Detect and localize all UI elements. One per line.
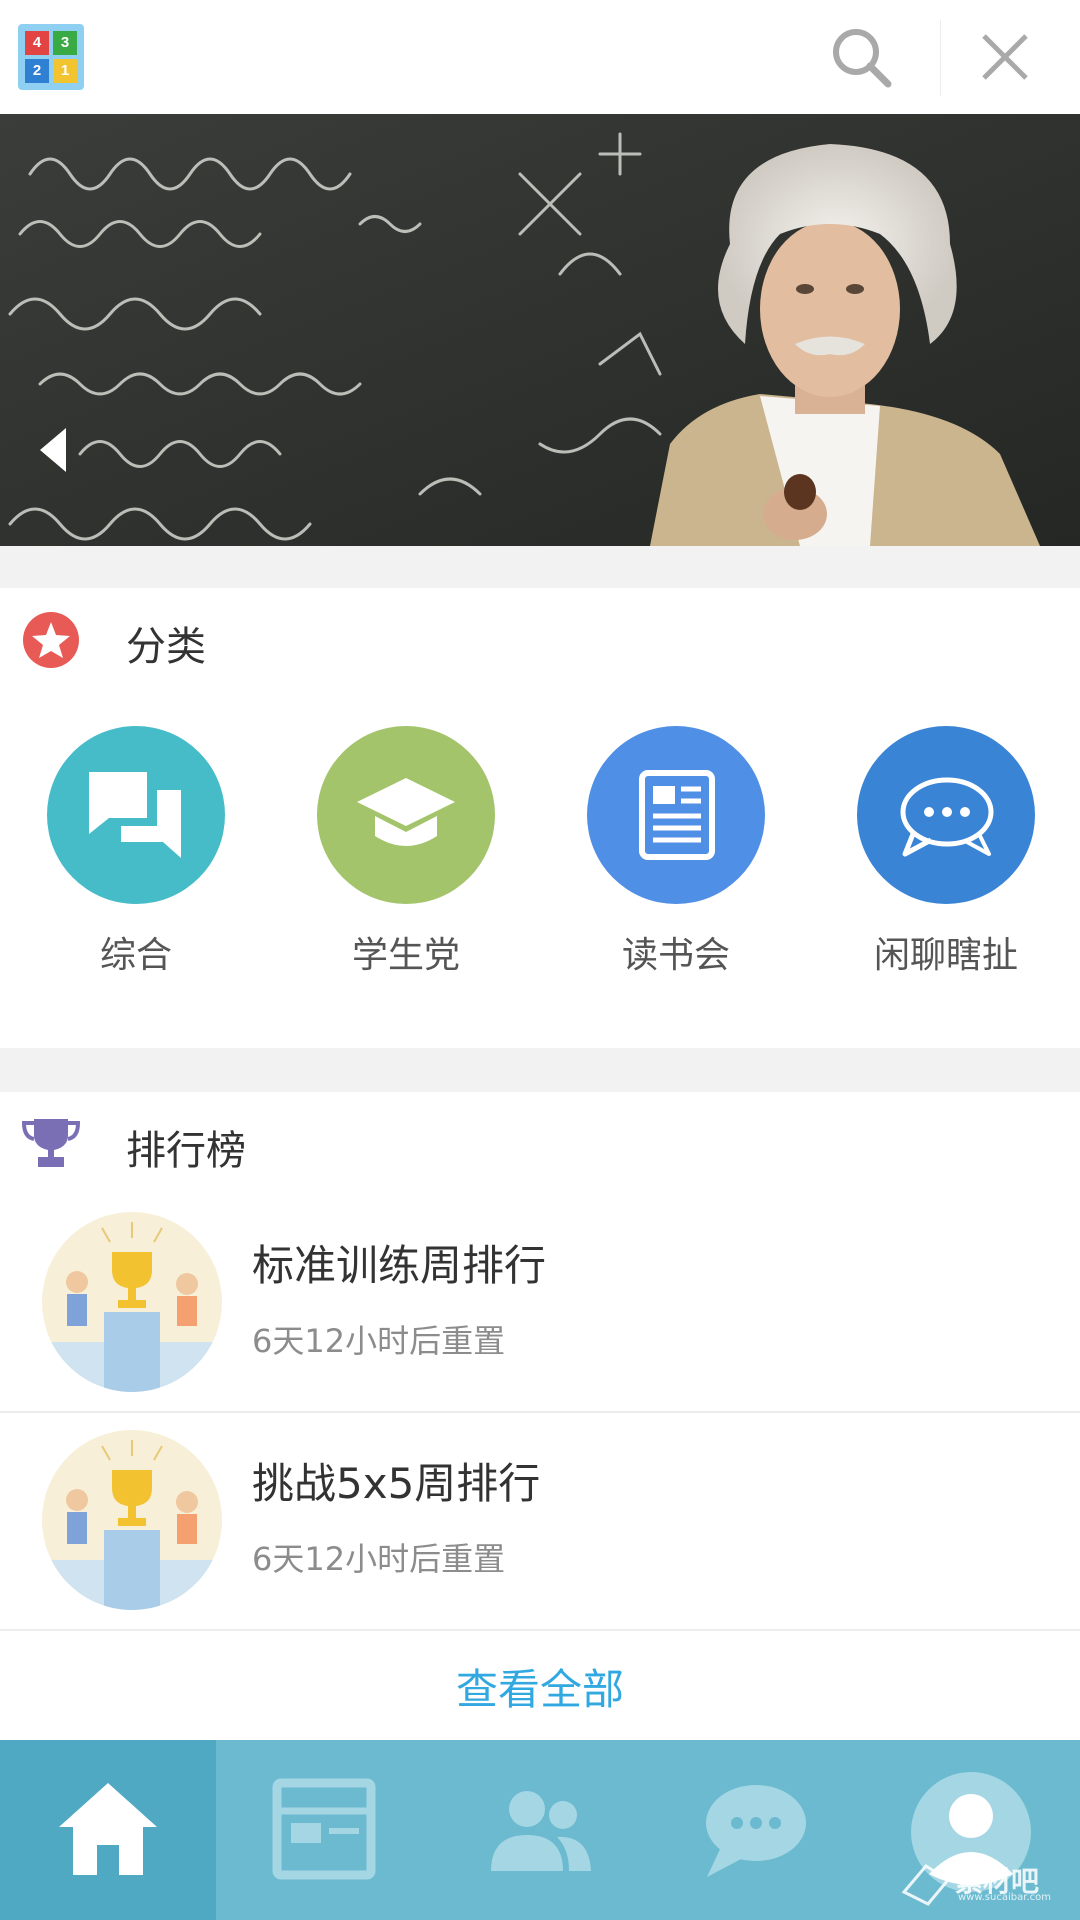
ranking-item-subtitle: 6天12小时后重置 [252, 1322, 506, 1360]
logo-tile-1: 1 [53, 59, 77, 83]
ranking-thumbnail [42, 1212, 222, 1392]
search-icon [833, 29, 892, 88]
watermark-url: www.sucaibar.com [958, 1892, 1051, 1903]
category-label: 读书会 [621, 935, 730, 976]
podium-trophy-icon [42, 1430, 222, 1610]
section-gap [0, 546, 1080, 588]
close-icon [982, 34, 1028, 80]
ranking-item-subtitle: 6天12小时后重置 [252, 1540, 506, 1578]
category-circle [317, 726, 495, 904]
trophy-icon [22, 1119, 80, 1167]
category-label: 学生党 [351, 935, 460, 976]
ranking-item-title: 挑战5x5周排行 [252, 1459, 541, 1508]
search-button[interactable] [826, 22, 896, 92]
close-button[interactable] [970, 22, 1040, 92]
ranking-item[interactable]: 挑战5x5周排行 6天12小时后重置 [0, 1412, 1080, 1628]
news-icon [272, 1778, 376, 1880]
tab-news[interactable] [216, 1740, 432, 1920]
friends-icon [491, 1791, 591, 1871]
topbar-divider [940, 20, 941, 96]
newspaper-icon [639, 770, 715, 860]
category-circle [857, 726, 1035, 904]
chat-bubbles-icon [89, 772, 181, 858]
banner-image [0, 114, 1080, 546]
category-circle [587, 726, 765, 904]
messages-icon [706, 1785, 806, 1877]
home-icon [59, 1783, 157, 1875]
category-item-students[interactable]: 学生党 [280, 726, 520, 986]
tab-home[interactable] [0, 1740, 216, 1920]
category-circle [47, 726, 225, 904]
speech-bubble-dots-icon [900, 777, 994, 857]
category-label: 综合 [99, 935, 172, 976]
tab-messages[interactable] [648, 1740, 864, 1920]
tab-friends[interactable] [432, 1740, 648, 1920]
category-item-chitchat[interactable]: 闲聊瞎扯 [820, 726, 1060, 986]
ranking-item[interactable]: 标准训练周排行 6天12小时后重置 [0, 1194, 1080, 1410]
divider [0, 1629, 1080, 1631]
logo-tile-2: 2 [25, 59, 49, 83]
chevron-left-icon [40, 428, 66, 472]
app-logo[interactable]: 4 3 2 1 [18, 24, 84, 90]
banner-carousel[interactable] [0, 114, 1080, 546]
category-item-general[interactable]: 综合 [10, 726, 250, 986]
banner-prev-arrow[interactable] [34, 424, 74, 476]
ranking-item-title: 标准训练周排行 [252, 1241, 547, 1290]
ranking-thumbnail [42, 1430, 222, 1610]
section-gap [0, 1048, 1080, 1092]
category-label: 闲聊瞎扯 [873, 935, 1018, 976]
top-bar: 4 3 2 1 [0, 0, 1080, 114]
star-badge-icon [23, 612, 79, 668]
view-all-link[interactable]: 查看全部 [0, 1638, 1080, 1742]
podium-trophy-icon [42, 1212, 222, 1392]
logo-tile-3: 3 [53, 31, 77, 55]
logo-tile-4: 4 [25, 31, 49, 55]
category-item-bookclub[interactable]: 读书会 [550, 726, 790, 986]
ranking-title: 排行榜 [126, 1128, 246, 1174]
graduation-cap-icon [357, 778, 455, 846]
categories-title: 分类 [126, 624, 206, 670]
